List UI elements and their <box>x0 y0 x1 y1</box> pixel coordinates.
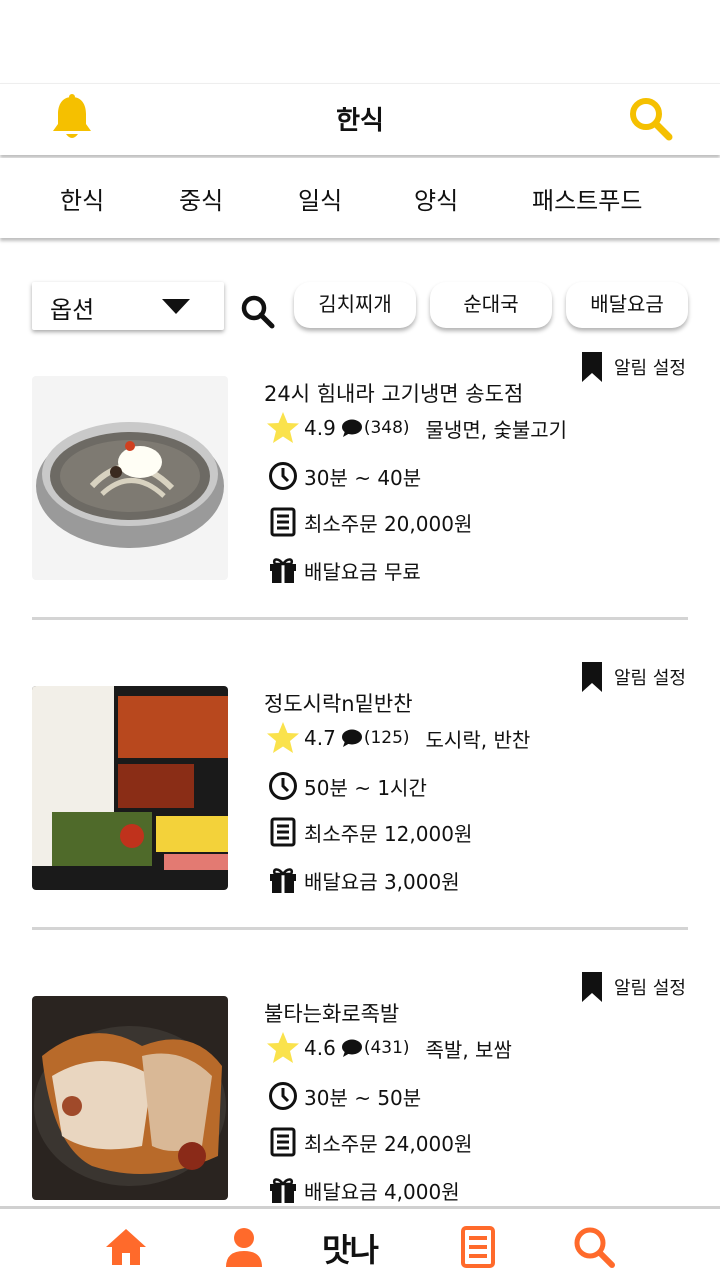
divider <box>32 617 688 620</box>
star-icon <box>267 722 299 753</box>
delivery-time: 50분 ~ 1시간 <box>268 770 427 802</box>
menu-tags: 물냉면, 숯불고기 <box>425 417 568 442</box>
comment-icon <box>341 419 362 437</box>
delivery-fee: 배달요금 4,000원 <box>268 1174 460 1206</box>
restaurant-photo <box>32 996 228 1200</box>
search-icon[interactable] <box>628 96 674 142</box>
rating-score: 4.9 <box>304 416 336 440</box>
menu-tags: 족발, 보쌈 <box>425 1037 512 1062</box>
filter-row: 옵션 김치찌개 순대국 배달요금 <box>0 282 720 332</box>
restaurant-card[interactable]: 알림 설정 24시 힘내라 고기냉면 송도점 4.9 (348) 물냉면, 숯불… <box>0 346 720 656</box>
divider <box>32 927 688 930</box>
bookmark-icon[interactable] <box>580 352 604 382</box>
app-header: 한식 <box>0 83 720 155</box>
gift-icon <box>270 558 296 583</box>
home-icon[interactable] <box>104 1225 148 1269</box>
tab-western[interactable]: 양식 <box>414 181 458 216</box>
gift-icon <box>270 868 296 893</box>
review-count: (348) <box>363 418 410 438</box>
category-tabs: 한식 중식 일식 양식 패스트푸드 <box>0 158 720 238</box>
restaurant-photo <box>32 376 228 580</box>
dropdown-arrow-icon <box>162 299 190 314</box>
bookmark-label[interactable]: 알림 설정 <box>614 664 686 690</box>
review-count: (431) <box>363 1038 410 1058</box>
page-title: 한식 <box>336 106 384 136</box>
clock-icon <box>269 772 297 800</box>
search-icon[interactable] <box>572 1225 616 1269</box>
restaurant-name: 24시 힘내라 고기냉면 송도점 <box>264 382 524 406</box>
gift-icon <box>270 1178 296 1203</box>
bookmark-icon[interactable] <box>580 972 604 1002</box>
tab-korean[interactable]: 한식 <box>60 181 104 216</box>
rating-score: 4.6 <box>304 1036 336 1060</box>
bookmark-label[interactable]: 알림 설정 <box>614 354 686 380</box>
clock-icon <box>269 1082 297 1110</box>
delivery-fee: 배달요금 3,000원 <box>268 864 460 896</box>
chip-kimchi-stew[interactable]: 김치찌개 <box>294 282 416 328</box>
search-icon[interactable] <box>240 294 276 330</box>
comment-icon <box>341 1039 362 1057</box>
restaurant-name: 불타는화로족발 <box>264 1002 400 1026</box>
bookmark-icon[interactable] <box>580 662 604 692</box>
rating-score: 4.7 <box>304 726 336 750</box>
option-dropdown[interactable]: 옵션 <box>32 282 224 330</box>
min-order: 최소주문 20,000원 <box>268 506 472 538</box>
bottom-nav: 맛나 <box>0 1206 720 1280</box>
rating-row: 4.9 (348) 물냉면, 숯불고기 <box>266 410 567 446</box>
review-count: (125) <box>363 728 410 748</box>
delivery-time: 30분 ~ 50분 <box>268 1080 421 1112</box>
app-logo[interactable]: 맛나 <box>322 1225 402 1269</box>
user-icon[interactable] <box>222 1225 266 1269</box>
receipt-icon <box>270 507 296 537</box>
receipt-icon <box>270 817 296 847</box>
min-order: 최소주문 24,000원 <box>268 1126 472 1158</box>
comment-icon <box>341 729 362 747</box>
chip-delivery-fee[interactable]: 배달요금 <box>566 282 688 328</box>
star-icon <box>267 412 299 443</box>
rating-row: 4.7 (125) 도시락, 반찬 <box>266 720 530 756</box>
receipt-icon <box>270 1127 296 1157</box>
min-order: 최소주문 12,000원 <box>268 816 472 848</box>
star-icon <box>267 1032 299 1063</box>
list-icon[interactable] <box>456 1225 500 1269</box>
restaurant-card[interactable]: 알림 설정 정도시락n밑반찬 4.7 (125) 도시락, 반찬 50분 ~ 1… <box>0 656 720 966</box>
clock-icon <box>269 462 297 490</box>
restaurant-name: 정도시락n밑반찬 <box>264 692 413 716</box>
tab-japanese[interactable]: 일식 <box>298 181 342 216</box>
menu-tags: 도시락, 반찬 <box>425 727 531 752</box>
restaurant-photo <box>32 686 228 890</box>
bookmark-label[interactable]: 알림 설정 <box>614 974 686 1000</box>
option-label: 옵션 <box>50 296 95 324</box>
rating-row: 4.6 (431) 족발, 보쌈 <box>266 1030 512 1066</box>
tab-chinese[interactable]: 중식 <box>179 181 223 216</box>
tab-fastfood[interactable]: 패스트푸드 <box>532 181 642 216</box>
chip-sundae-soup[interactable]: 순대국 <box>430 282 552 328</box>
delivery-time: 30분 ~ 40분 <box>268 460 421 492</box>
delivery-fee: 배달요금 무료 <box>268 554 421 586</box>
